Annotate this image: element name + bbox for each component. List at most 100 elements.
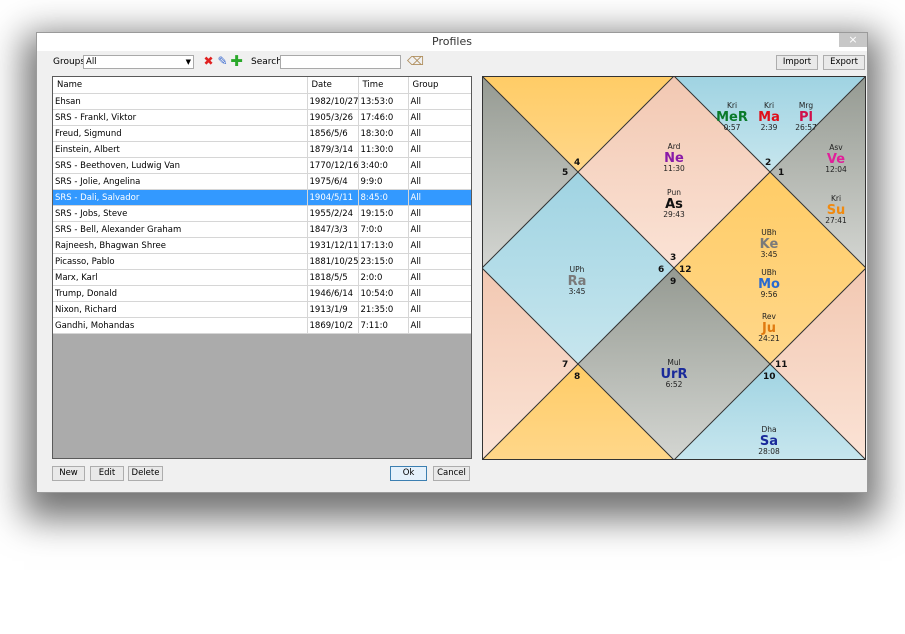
planet-nakshatra: Asv bbox=[829, 143, 843, 152]
profiles-table: Name Date Time Group Ehsan 1982/10/27 13:5… bbox=[52, 76, 472, 459]
eraser-icon[interactable]: ⌫ bbox=[407, 55, 424, 68]
table-row[interactable]: Trump, Donald 1946/6/14 10:54:0 All bbox=[53, 285, 471, 302]
house-number: 9 bbox=[670, 277, 676, 287]
astrology-chart: 1 2 3 4 5 6 7 8 9 10 11 12 Kri MeR 0:57 Kri… bbox=[481, 75, 867, 461]
cell-name: SRS - Bell, Alexander Graham bbox=[53, 221, 308, 238]
cell-name: Gandhi, Mohandas bbox=[53, 317, 308, 334]
table-row[interactable]: SRS - Frankl, Viktor 1905/3/26 17:46:0 All bbox=[53, 109, 471, 126]
import-button[interactable]: Import bbox=[776, 55, 818, 70]
cell-group: All bbox=[408, 269, 471, 286]
cell-time: 21:35:0 bbox=[358, 301, 409, 318]
delete-icon[interactable]: ✖ bbox=[202, 55, 215, 68]
cell-group: All bbox=[408, 157, 471, 174]
cell-date: 1913/1/9 bbox=[307, 301, 359, 318]
ok-button[interactable]: Ok bbox=[390, 466, 427, 481]
house-number: 2 bbox=[765, 158, 771, 168]
cancel-button[interactable]: Cancel bbox=[433, 466, 470, 481]
table-row[interactable]: Einstein, Albert 1879/3/14 11:30:0 All bbox=[53, 141, 471, 158]
planet-nakshatra: UPh bbox=[570, 265, 585, 274]
cell-time: 8:45:0 bbox=[358, 189, 409, 206]
add-icon[interactable]: ✚ bbox=[230, 54, 243, 69]
pencil-icon[interactable]: ✎ bbox=[216, 55, 229, 68]
cell-group: All bbox=[408, 173, 471, 190]
table-row[interactable]: SRS - Jolie, Angelina 1975/6/4 9:9:0 All bbox=[53, 173, 471, 190]
planet-label: UBhKe3:45 bbox=[760, 228, 779, 259]
cell-name: Einstein, Albert bbox=[53, 141, 308, 158]
close-button[interactable]: × bbox=[839, 33, 867, 47]
planet-label: UPhRa3:45 bbox=[568, 265, 587, 296]
table-row[interactable]: SRS - Beethoven, Ludwig Van 1770/12/16 3:4… bbox=[53, 157, 471, 174]
cell-date: 1869/10/2 bbox=[307, 317, 359, 334]
chart-svg: 1 2 3 4 5 6 7 8 9 10 11 12 KriMeR0:57Kri… bbox=[481, 75, 867, 461]
cell-name: SRS - Beethoven, Ludwig Van bbox=[53, 157, 308, 174]
table-row[interactable]: Picasso, Pablo 1881/10/25 23:15:0 All bbox=[53, 253, 471, 270]
new-button[interactable]: New bbox=[52, 466, 85, 481]
house-number: 12 bbox=[679, 265, 692, 275]
house-number: 10 bbox=[763, 372, 776, 382]
table-row[interactable]: SRS - Dali, Salvador 1904/5/11 8:45:0 All bbox=[53, 189, 471, 206]
cell-name: Picasso, Pablo bbox=[53, 253, 308, 270]
planet-degree: 29:43 bbox=[663, 210, 685, 219]
planet-degree: 9:56 bbox=[761, 290, 778, 299]
cell-group: All bbox=[408, 317, 471, 334]
cell-date: 1982/10/27 bbox=[307, 93, 359, 110]
cell-date: 1856/5/6 bbox=[307, 125, 359, 142]
planet-nakshatra: Rev bbox=[762, 312, 776, 321]
table-row[interactable]: SRS - Jobs, Steve 1955/2/24 19:15:0 All bbox=[53, 205, 471, 222]
cell-time: 3:40:0 bbox=[358, 157, 409, 174]
cell-time: 18:30:0 bbox=[358, 125, 409, 142]
groups-select[interactable]: All ▼ bbox=[83, 55, 194, 69]
table-row[interactable]: Ehsan 1982/10/27 13:53:0 All bbox=[53, 93, 471, 110]
cell-name: SRS - Jobs, Steve bbox=[53, 205, 308, 222]
column-header-time[interactable]: Time bbox=[358, 77, 409, 94]
table-row[interactable]: Rajneesh, Bhagwan Shree 1931/12/11 17:13:0… bbox=[53, 237, 471, 254]
planet-nakshatra: Mul bbox=[667, 358, 680, 367]
table-row[interactable]: Gandhi, Mohandas 1869/10/2 7:11:0 All bbox=[53, 317, 471, 334]
table-row[interactable]: Nixon, Richard 1913/1/9 21:35:0 All bbox=[53, 301, 471, 318]
column-header-name[interactable]: Name bbox=[53, 77, 308, 94]
cell-time: 11:30:0 bbox=[358, 141, 409, 158]
cell-date: 1847/3/3 bbox=[307, 221, 359, 238]
delete-button[interactable]: Delete bbox=[128, 466, 163, 481]
cell-name: Rajneesh, Bhagwan Shree bbox=[53, 237, 308, 254]
planet-nakshatra: UBh bbox=[761, 228, 777, 237]
profiles-window: Profiles × Groups: All ▼ ✖ ✎ ✚ Search: ⌫… bbox=[36, 32, 868, 493]
house-number: 8 bbox=[574, 372, 580, 382]
cell-name: SRS - Frankl, Viktor bbox=[53, 109, 308, 126]
planet-nakshatra: Mrg bbox=[799, 101, 813, 110]
planet-nakshatra: Kri bbox=[727, 101, 737, 110]
table-row[interactable]: SRS - Bell, Alexander Graham 1847/3/3 7:0:… bbox=[53, 221, 471, 238]
table-row[interactable]: Freud, Sigmund 1856/5/6 18:30:0 All bbox=[53, 125, 471, 142]
cell-group: All bbox=[408, 237, 471, 254]
planet-nakshatra: Kri bbox=[764, 101, 774, 110]
planet-nakshatra: Ard bbox=[668, 142, 681, 151]
export-button[interactable]: Export bbox=[823, 55, 865, 70]
window-title: Profiles bbox=[432, 35, 472, 48]
cell-time: 17:13:0 bbox=[358, 237, 409, 254]
table-row[interactable]: Marx, Karl 1818/5/5 2:0:0 All bbox=[53, 269, 471, 286]
house-number: 5 bbox=[562, 168, 568, 178]
chevron-down-icon: ▼ bbox=[185, 58, 191, 66]
cell-date: 1975/6/4 bbox=[307, 173, 359, 190]
search-input[interactable] bbox=[280, 55, 401, 69]
planet-nakshatra: UBh bbox=[761, 268, 777, 277]
column-header-group[interactable]: Group bbox=[408, 77, 471, 94]
cell-name: Nixon, Richard bbox=[53, 301, 308, 318]
cell-date: 1881/10/25 bbox=[307, 253, 359, 270]
cell-name: SRS - Dali, Salvador bbox=[53, 189, 308, 206]
planet-degree: 3:45 bbox=[761, 250, 778, 259]
cell-time: 9:9:0 bbox=[358, 173, 409, 190]
cell-time: 7:11:0 bbox=[358, 317, 409, 334]
planet-degree: 11:30 bbox=[663, 164, 685, 173]
cell-name: SRS - Jolie, Angelina bbox=[53, 173, 308, 190]
cell-date: 1955/2/24 bbox=[307, 205, 359, 222]
column-header-date[interactable]: Date bbox=[307, 77, 359, 94]
house-number: 7 bbox=[562, 360, 568, 370]
edit-button[interactable]: Edit bbox=[90, 466, 124, 481]
planet-degree: 28:08 bbox=[758, 447, 780, 456]
cell-date: 1770/12/16 bbox=[307, 157, 359, 174]
planet-degree: 2:39 bbox=[761, 123, 778, 132]
cell-group: All bbox=[408, 205, 471, 222]
cell-name: Trump, Donald bbox=[53, 285, 308, 302]
cell-group: All bbox=[408, 109, 471, 126]
